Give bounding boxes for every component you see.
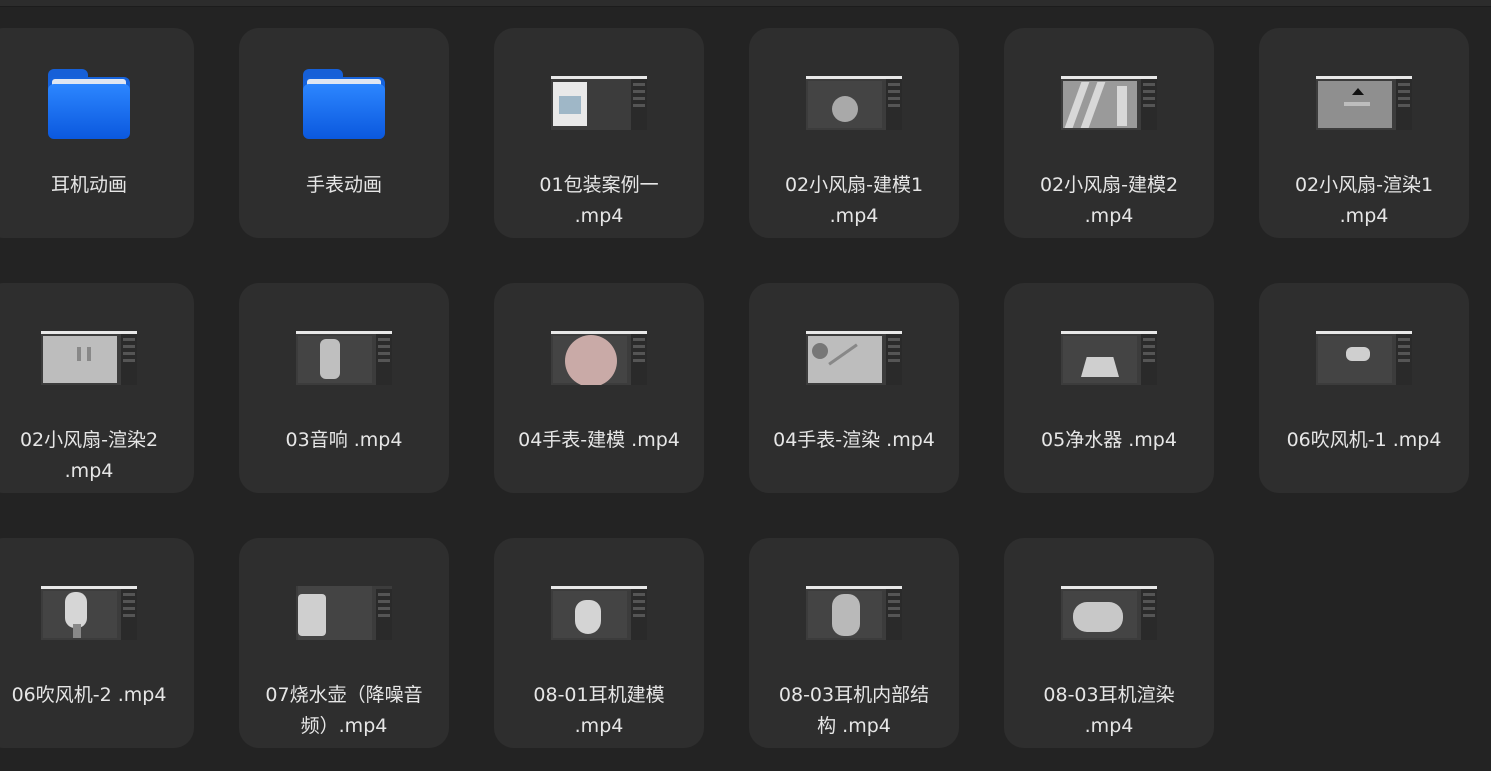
file-name: 03音响 .mp4 xyxy=(285,429,403,451)
file-name: 08-03耳机渲染 .mp4 xyxy=(1043,684,1175,737)
video-tile[interactable]: 02小风扇-渲染2 .mp4 xyxy=(0,283,194,493)
video-tile[interactable]: 03音响 .mp4 xyxy=(239,283,449,493)
video-tile[interactable]: 02小风扇-建模1 .mp4 xyxy=(749,28,959,238)
video-thumbnail xyxy=(1316,331,1412,385)
video-tile[interactable]: 06吹风机-2 .mp4 xyxy=(0,538,194,748)
file-grid: 耳机动画 手表动画 01包装案例一 .mp4 02小风扇-建模1 .mp4 02… xyxy=(0,0,1491,771)
video-tile[interactable]: 08-03耳机渲染 .mp4 xyxy=(1004,538,1214,748)
video-thumbnail xyxy=(1061,331,1157,385)
video-thumbnail xyxy=(1061,76,1157,130)
video-thumbnail xyxy=(296,331,392,385)
file-name: 08-03耳机内部结 构 .mp4 xyxy=(778,684,930,737)
folder-tile-earphone-animation[interactable]: 耳机动画 xyxy=(0,28,194,238)
video-tile[interactable]: 01包装案例一 .mp4 xyxy=(494,28,704,238)
video-tile[interactable]: 04手表-渲染 .mp4 xyxy=(749,283,959,493)
video-tile[interactable]: 08-01耳机建模 .mp4 xyxy=(494,538,704,748)
video-thumbnail xyxy=(41,331,137,385)
file-name: 06吹风机-2 .mp4 xyxy=(11,684,167,706)
video-thumbnail xyxy=(551,586,647,640)
file-name: 耳机动画 xyxy=(50,174,127,196)
video-tile[interactable]: 04手表-建模 .mp4 xyxy=(494,283,704,493)
video-thumbnail xyxy=(551,76,647,130)
folder-icon xyxy=(301,67,387,139)
video-thumbnail xyxy=(806,331,902,385)
video-thumbnail xyxy=(806,76,902,130)
file-name: 07烧水壶（降噪音 频）.mp4 xyxy=(265,684,423,737)
file-name: 06吹风机-1 .mp4 xyxy=(1286,429,1442,451)
file-name: 01包装案例一 .mp4 xyxy=(539,174,659,227)
folder-icon xyxy=(46,67,132,139)
folder-tile-watch-animation[interactable]: 手表动画 xyxy=(239,28,449,238)
file-name: 04手表-建模 .mp4 xyxy=(518,429,680,451)
video-tile[interactable]: 08-03耳机内部结 构 .mp4 xyxy=(749,538,959,748)
video-tile[interactable]: 02小风扇-建模2 .mp4 xyxy=(1004,28,1214,238)
file-name: 手表动画 xyxy=(305,174,382,196)
video-thumbnail xyxy=(1316,76,1412,130)
file-name: 08-01耳机建模 .mp4 xyxy=(533,684,665,737)
video-thumbnail xyxy=(551,331,647,385)
video-thumbnail xyxy=(1061,586,1157,640)
video-tile[interactable]: 05净水器 .mp4 xyxy=(1004,283,1214,493)
video-thumbnail xyxy=(806,586,902,640)
file-name: 02小风扇-渲染1 .mp4 xyxy=(1294,174,1434,227)
video-thumbnail xyxy=(296,586,392,640)
file-name: 02小风扇-建模2 .mp4 xyxy=(1039,174,1179,227)
file-name: 02小风扇-渲染2 .mp4 xyxy=(19,429,159,482)
video-tile[interactable]: 02小风扇-渲染1 .mp4 xyxy=(1259,28,1469,238)
file-name: 05净水器 .mp4 xyxy=(1041,429,1177,451)
file-name: 04手表-渲染 .mp4 xyxy=(773,429,935,451)
video-tile[interactable]: 06吹风机-1 .mp4 xyxy=(1259,283,1469,493)
file-name: 02小风扇-建模1 .mp4 xyxy=(784,174,924,227)
video-thumbnail xyxy=(41,586,137,640)
video-tile[interactable]: 07烧水壶（降噪音 频）.mp4 xyxy=(239,538,449,748)
